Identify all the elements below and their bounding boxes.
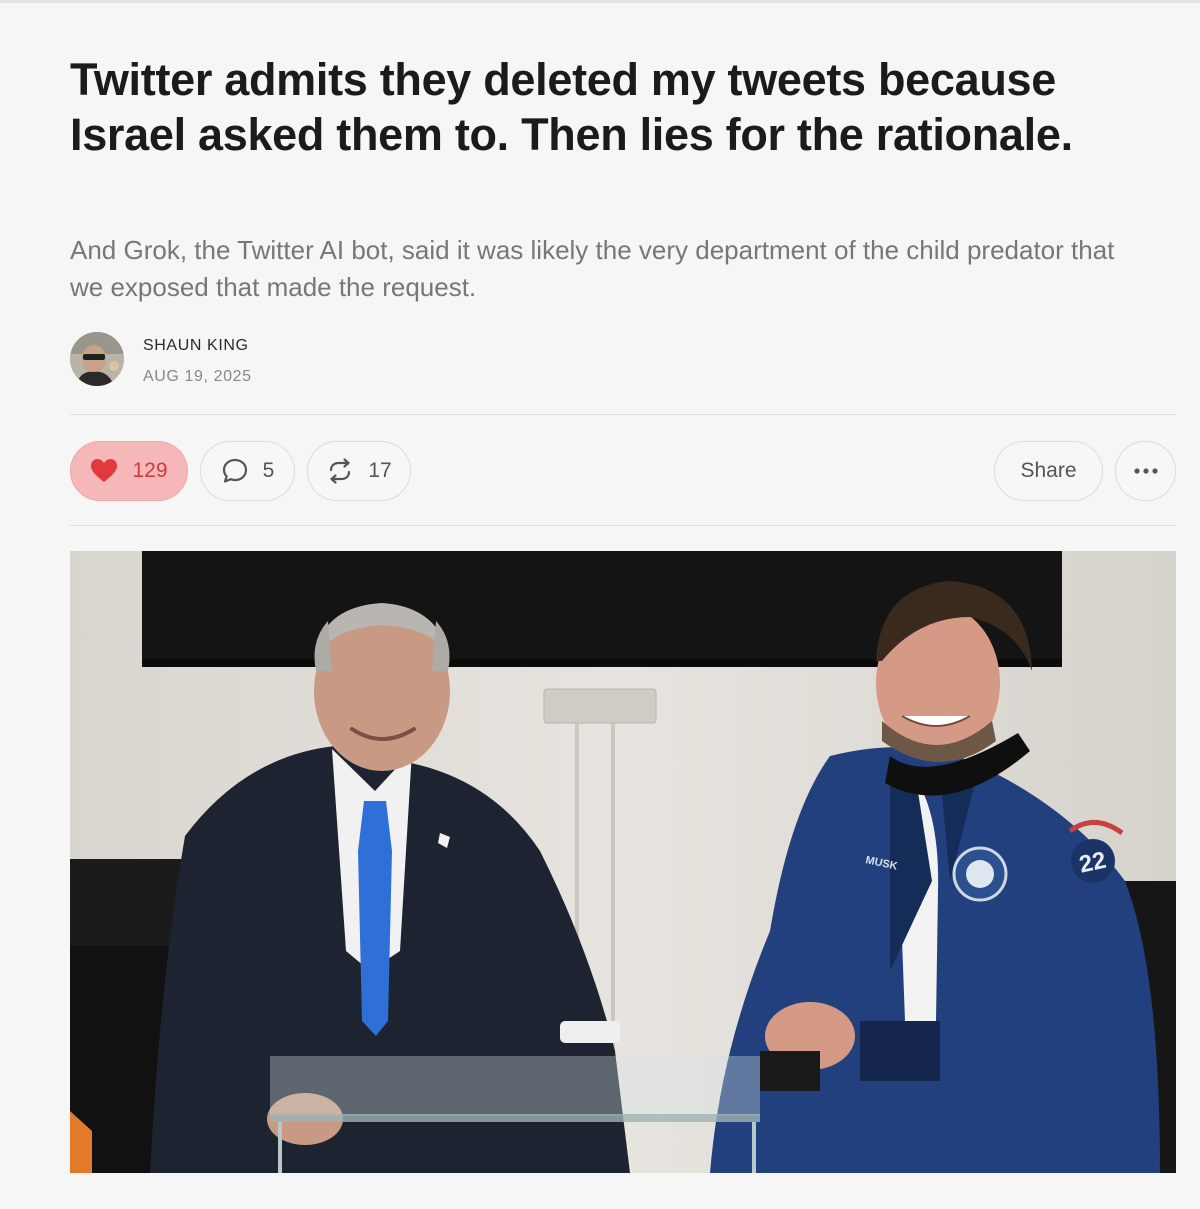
action-bar: 129 5 17 Share — [70, 441, 1176, 501]
author-name[interactable]: SHAUN KING — [143, 337, 249, 355]
divider-bottom — [70, 525, 1176, 526]
sleeve-number: 22 — [1077, 847, 1109, 879]
author-avatar[interactable] — [70, 332, 124, 386]
restack-button[interactable]: 17 — [307, 441, 411, 501]
heart-icon — [90, 458, 118, 484]
share-button[interactable]: Share — [994, 441, 1103, 501]
ellipsis-icon — [1133, 467, 1159, 475]
restack-count: 17 — [368, 459, 392, 482]
top-border — [0, 0, 1200, 3]
comments-button[interactable]: 5 — [200, 441, 295, 501]
comment-icon — [221, 457, 249, 485]
byline: SHAUN KING AUG 19, 2025 — [70, 332, 470, 388]
divider-top — [70, 414, 1176, 415]
like-count: 129 — [132, 459, 168, 482]
publish-date: AUG 19, 2025 — [143, 368, 252, 385]
restack-icon — [326, 457, 354, 485]
comment-count: 5 — [262, 459, 275, 482]
like-button[interactable]: 129 — [70, 441, 188, 501]
article-subtitle: And Grok, the Twitter AI bot, said it wa… — [70, 235, 1115, 302]
more-options-button[interactable] — [1115, 441, 1176, 501]
hero-image: MUSK 22 — [70, 551, 1176, 1173]
article-title: Twitter admits they deleted my tweets be… — [70, 54, 1073, 160]
